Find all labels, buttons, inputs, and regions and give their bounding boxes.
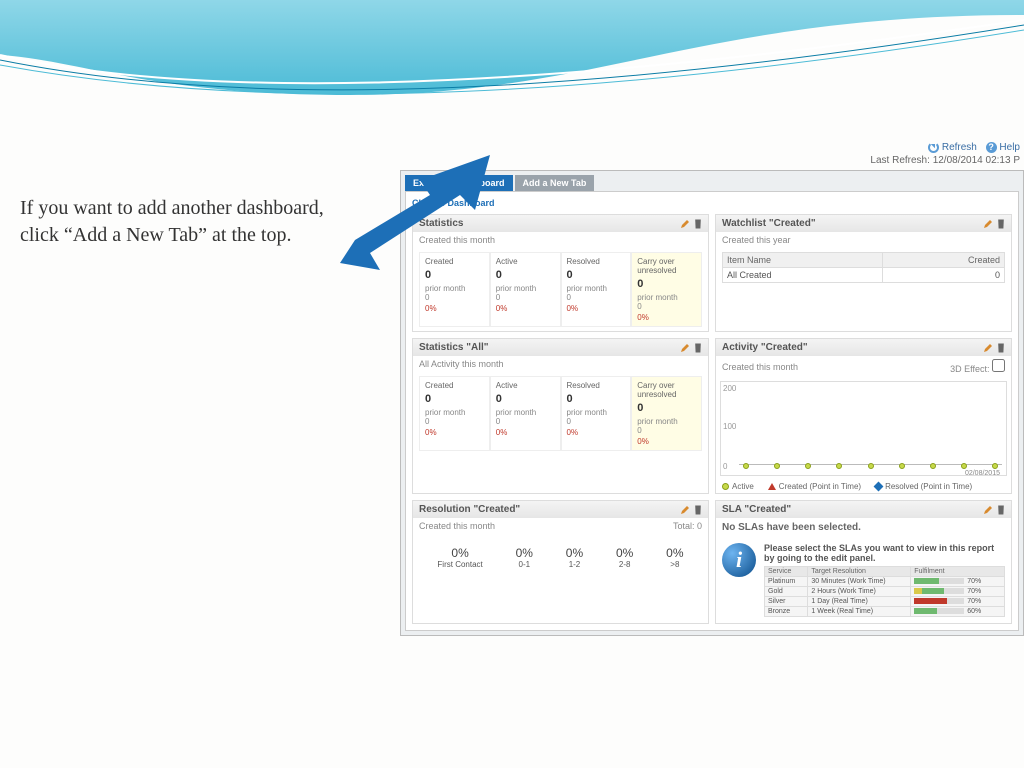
refresh-icon xyxy=(928,142,939,153)
delete-icon[interactable] xyxy=(694,505,702,515)
sla-example-table: ServiceTarget ResolutionFulfilment Plati… xyxy=(764,566,1005,617)
legend-created-icon xyxy=(768,483,776,490)
sla-instruction: Please select the SLAs you want to view … xyxy=(764,543,1005,563)
edit-icon[interactable] xyxy=(983,505,993,515)
resolution-cell: 0%First Contact xyxy=(437,546,482,569)
edit-icon[interactable] xyxy=(680,219,690,229)
edit-icon[interactable] xyxy=(983,343,993,353)
3d-effect-checkbox[interactable] xyxy=(992,359,1005,372)
total-value: 0 xyxy=(697,521,702,531)
panel-title: SLA "Created" xyxy=(722,504,791,515)
refresh-link[interactable]: Refresh xyxy=(942,142,977,153)
panel-title: Statistics "All" xyxy=(419,342,489,353)
resolution-cell: 0%>8 xyxy=(666,546,683,569)
delete-icon[interactable] xyxy=(997,343,1005,353)
watchlist-table: Item NameCreated All Created0 xyxy=(722,252,1005,283)
y-tick: 100 xyxy=(723,422,736,431)
delete-icon[interactable] xyxy=(694,343,702,353)
resolution-cell: 0%0-1 xyxy=(516,546,533,569)
delete-icon[interactable] xyxy=(997,505,1005,515)
edit-icon[interactable] xyxy=(680,505,690,515)
stat-cell: Carry over unresolved0 prior month00% xyxy=(631,376,702,451)
panel-subtitle: All Activity this month xyxy=(419,359,504,369)
legend-resolved-icon xyxy=(874,482,884,492)
info-icon: i xyxy=(722,543,756,577)
help-icon: ? xyxy=(986,142,997,153)
panel-watchlist: Watchlist "Created" Created this year It… xyxy=(715,214,1012,332)
panel-resolution: Resolution "Created" Created this month … xyxy=(412,500,709,624)
panel-subtitle: Created this month xyxy=(722,362,798,372)
y-tick: 200 xyxy=(723,384,736,393)
stat-cell: Active0 prior month00% xyxy=(490,376,561,451)
last-refresh-value: 12/08/2014 02:13 P xyxy=(933,155,1020,166)
last-refresh-label: Last Refresh: xyxy=(870,155,929,166)
instruction-text: If you want to add another dashboard, cl… xyxy=(20,195,350,249)
panel-activity: Activity "Created" Created this month 3D… xyxy=(715,338,1012,494)
table-row: Gold2 Hours (Work Time)70% xyxy=(765,587,1005,597)
stat-cell: Resolved0 prior month00% xyxy=(561,252,632,327)
col-created: Created xyxy=(882,253,1004,268)
panel-subtitle: Created this year xyxy=(722,235,791,245)
arrow-annotation xyxy=(335,155,535,275)
table-row: Platinum30 Minutes (Work Time)70% xyxy=(765,577,1005,587)
stat-cell: Created0 prior month00% xyxy=(419,376,490,451)
chart-legend: Active Created (Point in Time) Resolved … xyxy=(716,480,1011,493)
total-label: Total: xyxy=(673,521,695,531)
table-row: Bronze1 Week (Real Time)60% xyxy=(765,607,1005,617)
panel-subtitle: Created this month xyxy=(419,521,495,531)
panel-title: Activity "Created" xyxy=(722,342,808,353)
table-row[interactable]: All Created0 xyxy=(723,268,1005,283)
3d-effect-label: 3D Effect: xyxy=(950,364,989,374)
y-tick: 0 xyxy=(723,462,727,471)
no-sla-message: No SLAs have been selected. xyxy=(716,518,1011,537)
help-link[interactable]: Help xyxy=(999,142,1020,153)
panel-statistics-all: Statistics "All" All Activity this month… xyxy=(412,338,709,494)
x-date: 02/08/2015 xyxy=(965,470,1000,477)
panel-title: Watchlist "Created" xyxy=(722,218,816,229)
delete-icon[interactable] xyxy=(694,219,702,229)
activity-chart: 200 100 0 02/08/2015 xyxy=(720,381,1007,476)
resolution-cell: 0%2-8 xyxy=(616,546,633,569)
resolution-cell: 0%1-2 xyxy=(566,546,583,569)
edit-icon[interactable] xyxy=(983,219,993,229)
stat-cell: Resolved0 prior month00% xyxy=(561,376,632,451)
stat-cell: Carry over unresolved0 prior month00% xyxy=(631,252,702,327)
table-row: Silver1 Day (Real Time)70% xyxy=(765,597,1005,607)
panel-title: Resolution "Created" xyxy=(419,504,520,515)
delete-icon[interactable] xyxy=(997,219,1005,229)
col-item: Item Name xyxy=(723,253,883,268)
edit-icon[interactable] xyxy=(680,343,690,353)
panel-sla: SLA "Created" No SLAs have been selected… xyxy=(715,500,1012,624)
slide-banner xyxy=(0,0,1024,140)
legend-active-icon xyxy=(722,483,729,490)
